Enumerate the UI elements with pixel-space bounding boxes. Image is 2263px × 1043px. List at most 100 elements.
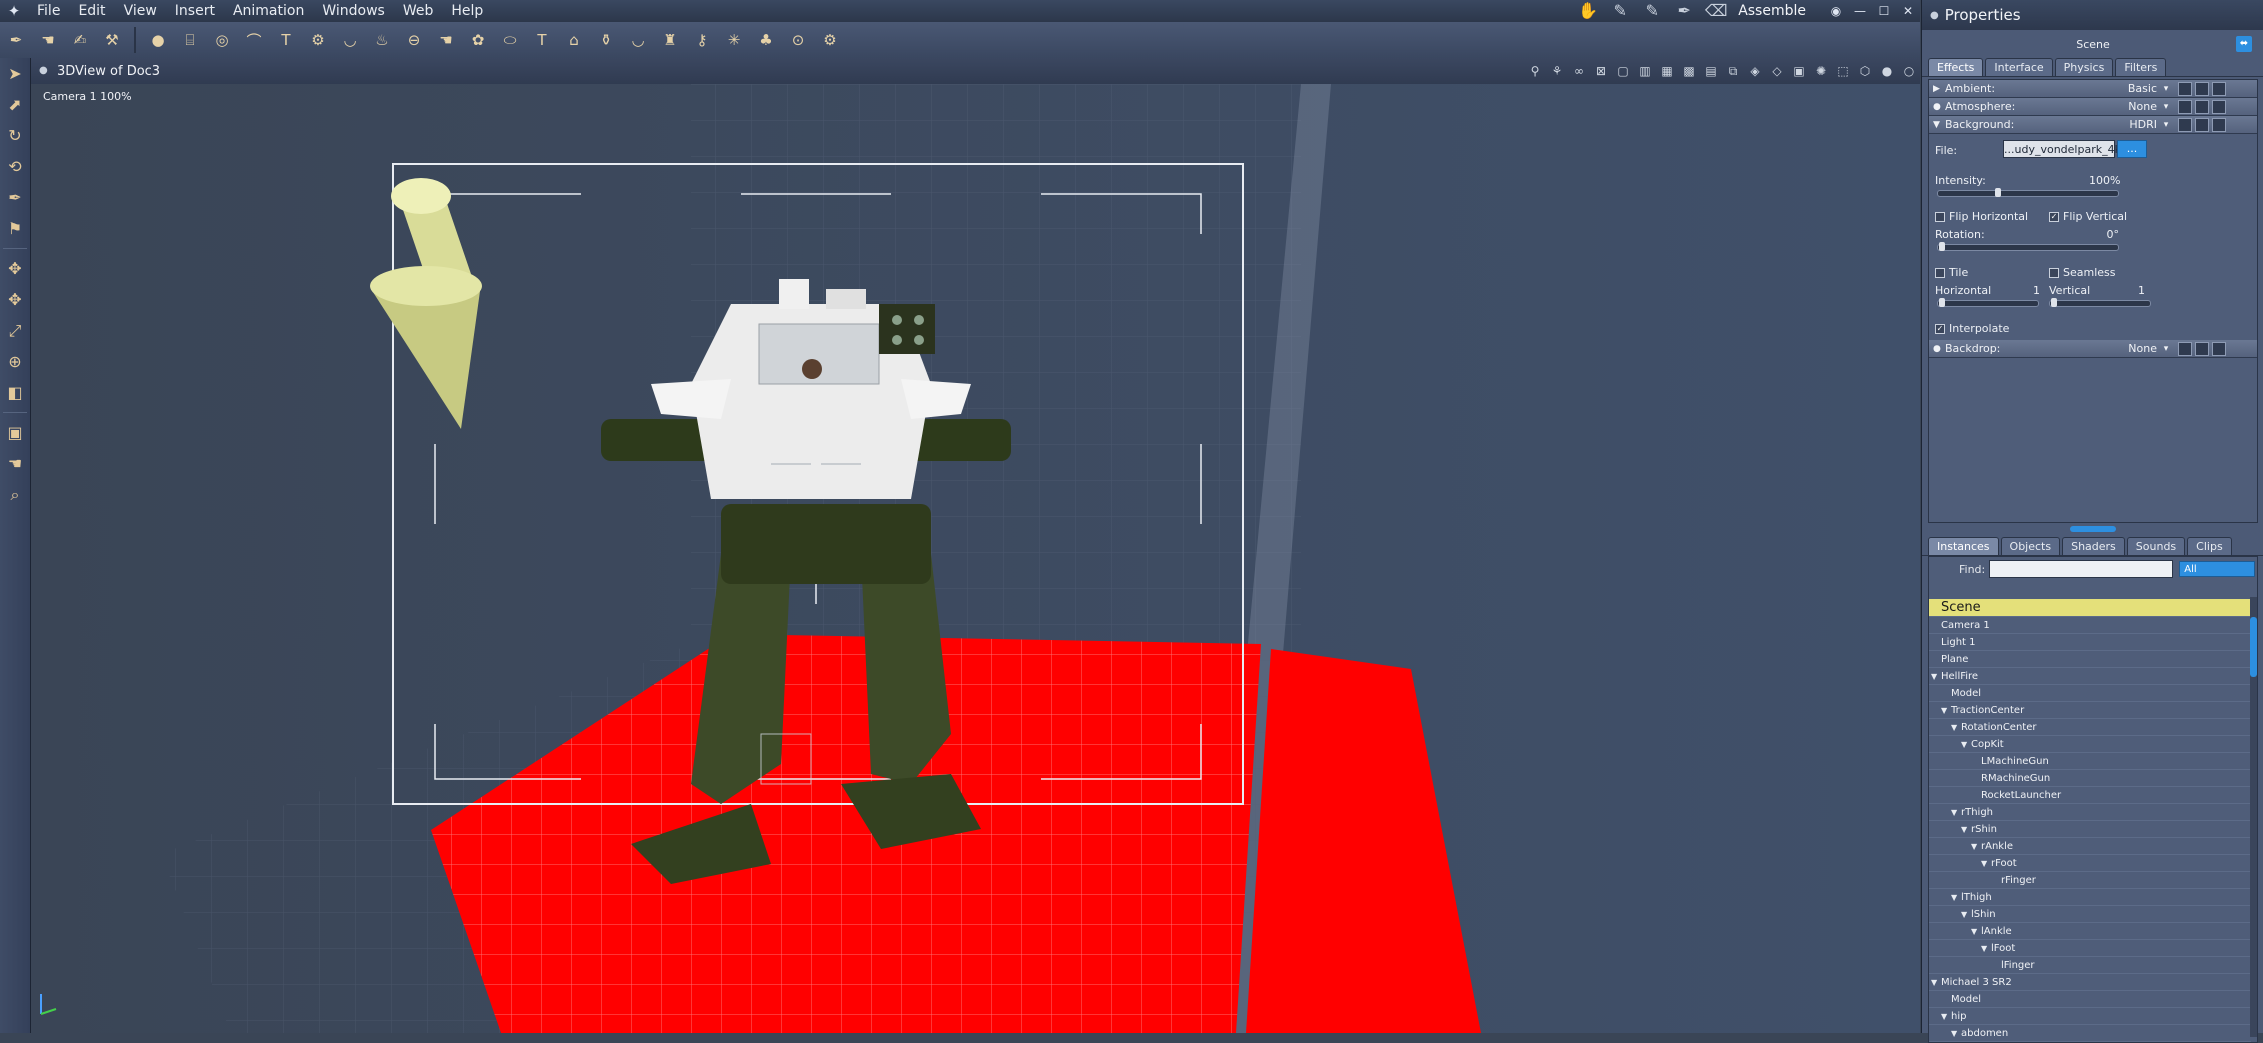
hand-tool-icon[interactable]: ✋: [1575, 1, 1601, 21]
section-button[interactable]: [2178, 117, 2192, 132]
section-button[interactable]: [2195, 81, 2209, 96]
menu-windows[interactable]: Windows: [313, 0, 394, 22]
section-button[interactable]: [2212, 99, 2226, 114]
tree-row[interactable]: ▼ rThigh: [1929, 804, 2251, 821]
tab-physics[interactable]: Physics: [2054, 58, 2114, 76]
quill-icon[interactable]: ✍: [68, 28, 92, 52]
section-button[interactable]: [2212, 341, 2226, 356]
tree-row[interactable]: LMachineGun: [1929, 753, 2251, 770]
seamless-checkbox[interactable]: Seamless: [2049, 266, 2116, 279]
arrow-icon[interactable]: ➤: [0, 58, 30, 89]
tree-expand-icon[interactable]: ▼: [1961, 825, 1971, 834]
layout-split-icon[interactable]: ▥: [1636, 62, 1654, 80]
tree-expand-icon[interactable]: ▼: [1951, 723, 1961, 732]
brush-icon[interactable]: ✎: [1607, 1, 1633, 21]
paint-icon[interactable]: ⚑: [0, 213, 30, 244]
section-button[interactable]: [2178, 81, 2192, 96]
layout-four-icon[interactable]: ▩: [1680, 62, 1698, 80]
filter-select[interactable]: All: [2179, 561, 2256, 577]
flower-icon[interactable]: ✿: [466, 28, 490, 52]
chevron-down-icon[interactable]: ▾: [2157, 120, 2175, 130]
text-icon[interactable]: T: [274, 28, 298, 52]
torch-icon[interactable]: ♨: [370, 28, 394, 52]
tree-row[interactable]: lFinger: [1929, 957, 2251, 974]
bone-display-icon[interactable]: ⚲: [1526, 62, 1544, 80]
tree-expand-icon[interactable]: ▼: [1951, 808, 1961, 817]
sphere-shade-icon[interactable]: ●: [1878, 62, 1896, 80]
hand-icon[interactable]: ☚: [0, 448, 30, 479]
tree-row[interactable]: RocketLauncher: [1929, 787, 2251, 804]
sphere-light-icon[interactable]: ○: [1900, 62, 1918, 80]
chevron-down-icon[interactable]: ▾: [2157, 344, 2175, 354]
3d-viewport[interactable]: Camera 1 100%: [31, 84, 1920, 1033]
render-mode-icon[interactable]: ⧉: [1724, 62, 1742, 80]
text-icon[interactable]: T: [530, 28, 554, 52]
file-field[interactable]: ...udy_vondelpark_4k.hdr: [2003, 140, 2143, 158]
panel-splitter[interactable]: [1922, 523, 2263, 535]
tree-row[interactable]: Model: [1929, 991, 2251, 1008]
tree-row[interactable]: Model: [1929, 685, 2251, 702]
tree-row[interactable]: ▼ lFoot: [1929, 940, 2251, 957]
tree-row[interactable]: ▼ CopKit: [1929, 736, 2251, 753]
minimize-icon[interactable]: —: [1848, 4, 1872, 18]
dish-icon[interactable]: ⊖: [402, 28, 426, 52]
tree-icon[interactable]: ♣: [754, 28, 778, 52]
menu-file[interactable]: File: [28, 0, 69, 22]
hand-icon[interactable]: ☚: [36, 28, 60, 52]
tree-row[interactable]: ▼ abdomen: [1929, 1025, 2251, 1042]
box-icon[interactable]: ◧: [0, 377, 30, 408]
tree-expand-icon[interactable]: ▼: [1981, 859, 1991, 868]
tree-expand-icon[interactable]: ▼: [1971, 927, 1981, 936]
section-button[interactable]: [2195, 99, 2209, 114]
section-button[interactable]: [2178, 341, 2192, 356]
tab-interface[interactable]: Interface: [1985, 58, 2053, 76]
tree-expand-icon[interactable]: ▼: [1941, 706, 1951, 715]
bowl-icon[interactable]: ◡: [338, 28, 362, 52]
layout-grid-icon[interactable]: ▤: [1702, 62, 1720, 80]
tree-row[interactable]: ▼ lThigh: [1929, 889, 2251, 906]
tree-row[interactable]: Scene: [1929, 599, 2251, 617]
tree-row[interactable]: ▼ Michael 3 SR2: [1929, 974, 2251, 991]
vertical-slider[interactable]: [2049, 298, 2151, 307]
interpolate-checkbox[interactable]: ✓ Interpolate: [1935, 322, 2009, 335]
tree-expand-icon[interactable]: ▼: [1951, 893, 1961, 902]
tab-shaders[interactable]: Shaders: [2062, 537, 2125, 555]
tree-row[interactable]: ▼ hip: [1929, 1008, 2251, 1025]
maximize-icon[interactable]: ☐: [1872, 4, 1896, 18]
key-icon[interactable]: ⚷: [690, 28, 714, 52]
menu-insert[interactable]: Insert: [166, 0, 224, 22]
tree-row[interactable]: Camera 1: [1929, 617, 2251, 634]
tree-expand-icon[interactable]: ▼: [1961, 740, 1971, 749]
light-icon[interactable]: ✺: [1812, 62, 1830, 80]
menu-help[interactable]: Help: [442, 0, 492, 22]
move-icon[interactable]: ✥: [0, 253, 30, 284]
tree-row[interactable]: Light 1: [1929, 634, 2251, 651]
plate-icon[interactable]: ⬭: [498, 28, 522, 52]
section-atmosphere[interactable]: ● Atmosphere: None ▾: [1929, 98, 2257, 116]
app-logo-icon[interactable]: ✦: [0, 0, 28, 22]
chevron-down-icon[interactable]: ▾: [2157, 84, 2175, 94]
tree-row[interactable]: ▼ HellFire: [1929, 668, 2251, 685]
tab-sounds[interactable]: Sounds: [2126, 537, 2186, 555]
tab-clips[interactable]: Clips: [2187, 537, 2232, 555]
hand-icon[interactable]: ☚: [434, 28, 458, 52]
box-display-icon[interactable]: ⬚: [1834, 62, 1852, 80]
tree-row[interactable]: Plane: [1929, 651, 2251, 668]
viewport-menu-icon[interactable]: ●: [39, 65, 51, 77]
camera-icon[interactable]: ▣: [0, 417, 30, 448]
tree-expand-icon[interactable]: ▼: [1941, 1012, 1951, 1021]
move-icon[interactable]: ✥: [0, 284, 30, 315]
slider-knob[interactable]: [1995, 188, 2001, 197]
tree-row[interactable]: ▼ rAnkle: [1929, 838, 2251, 855]
pen-icon[interactable]: ✒: [1671, 1, 1697, 21]
tree-row[interactable]: ▼ RotationCenter: [1929, 719, 2251, 736]
flip-vertical-checkbox[interactable]: ✓ Flip Vertical: [2049, 210, 2127, 223]
select-icon[interactable]: ⬈: [0, 89, 30, 120]
house-icon[interactable]: ⌂: [562, 28, 586, 52]
find-input[interactable]: [1989, 560, 2174, 578]
rotation-slider[interactable]: [1937, 242, 2119, 251]
tab-filters[interactable]: Filters: [2115, 58, 2167, 76]
tree-row[interactable]: ▼ lAnkle: [1929, 923, 2251, 940]
joint-icon[interactable]: ⊕: [0, 346, 30, 377]
section-button[interactable]: [2212, 81, 2226, 96]
